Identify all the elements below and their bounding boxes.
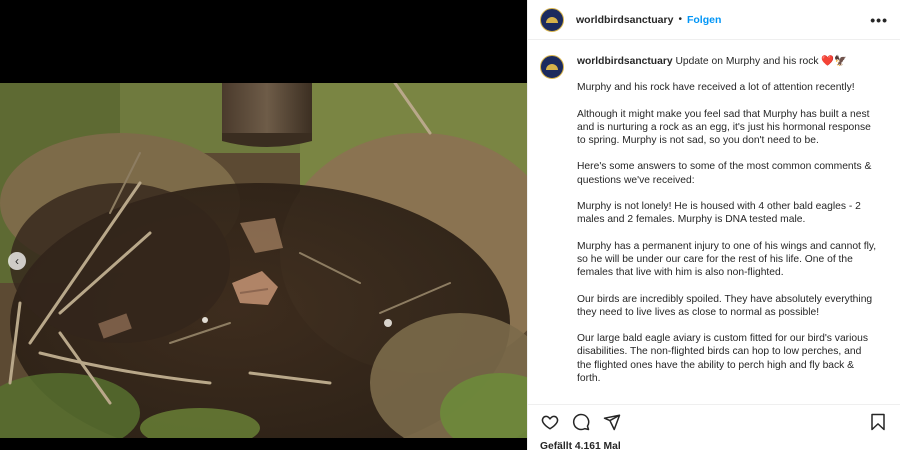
post-photo[interactable] <box>0 83 527 438</box>
header-separator: • <box>678 14 682 25</box>
caption-username[interactable]: worldbirdsanctuary <box>577 56 673 67</box>
eagle-emoji-icon: 🦅 <box>834 56 848 67</box>
caption-headline: worldbirdsanctuary Update on Murphy and … <box>577 55 877 68</box>
caption-paragraph: Our large bald eagle aviary is custom fi… <box>577 333 868 385</box>
share-button[interactable] <box>602 412 622 432</box>
eagle-logo-icon <box>546 64 558 70</box>
avatar[interactable] <box>540 7 564 32</box>
media-area: ‹ <box>0 0 527 450</box>
post-header: worldbirdsanctuary • Folgen ••• <box>528 0 900 40</box>
action-bar <box>528 404 900 438</box>
heart-outline-icon <box>541 415 559 430</box>
caption-paragraph: Although it might make you feel sad that… <box>577 108 871 147</box>
save-button[interactable] <box>868 412 888 432</box>
likes-count[interactable]: Gefällt 4.161 Mal <box>540 441 621 450</box>
bookmark-icon <box>871 413 885 430</box>
caption: worldbirdsanctuary Update on Murphy and … <box>540 55 888 385</box>
comment-bubble-icon <box>572 413 590 430</box>
avatar[interactable] <box>540 55 564 79</box>
caption-body: worldbirdsanctuary Update on Murphy and … <box>577 55 877 385</box>
paper-plane-icon <box>603 414 621 430</box>
post-side-panel: worldbirdsanctuary • Folgen ••• worldbir… <box>527 0 900 450</box>
caption-scroll-area[interactable]: worldbirdsanctuary Update on Murphy and … <box>528 41 900 401</box>
more-options-icon[interactable]: ••• <box>870 12 888 28</box>
like-button[interactable] <box>540 412 560 432</box>
caption-paragraph: Our birds are incredibly spoiled. They h… <box>577 293 873 318</box>
eagle-logo-icon <box>546 16 558 23</box>
heart-emoji-icon: ❤️ <box>821 56 835 67</box>
instagram-post-view: ‹ worldbirdsanctuary • Folgen ••• worldb… <box>0 0 900 450</box>
follow-button[interactable]: Folgen <box>687 14 721 26</box>
previous-media-button[interactable]: ‹ <box>8 252 26 270</box>
caption-paragraph: Here's some answers to some of the most … <box>577 161 872 186</box>
ground-photo-image <box>0 83 527 438</box>
caption-headline-text: Update on Murphy and his rock <box>675 56 819 67</box>
caption-paragraph: Murphy has a permanent injury to one of … <box>577 240 877 279</box>
header-username[interactable]: worldbirdsanctuary <box>576 14 673 26</box>
caption-paragraph: Murphy is not lonely! He is housed with … <box>577 201 861 226</box>
comment-button[interactable] <box>571 412 591 432</box>
caption-paragraph: Murphy and his rock have received a lot … <box>577 82 855 94</box>
chevron-left-icon: ‹ <box>15 254 19 268</box>
